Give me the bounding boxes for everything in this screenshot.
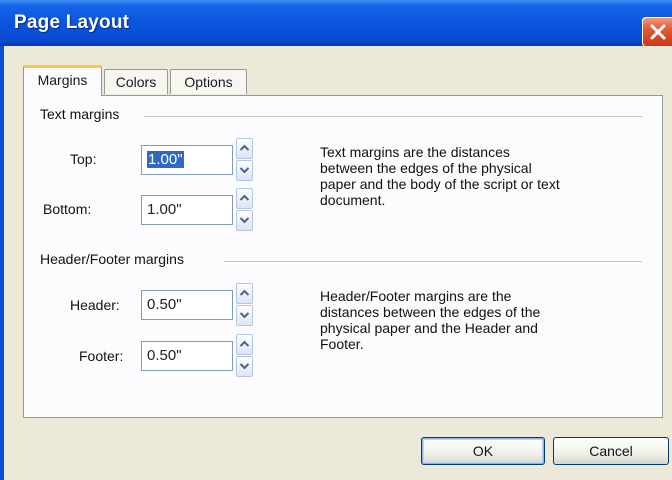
text-margins-description-line: paper and the body of the script or text (320, 176, 560, 192)
header-margin-input[interactable]: 0.50" (141, 290, 233, 320)
bottom-margin-input[interactable]: 1.00" (141, 195, 233, 225)
top-decrement-button[interactable] (236, 160, 253, 181)
arrow-up-icon (240, 194, 249, 201)
top-label: Top: (70, 151, 97, 167)
footer-margin-input[interactable]: 0.50" (141, 341, 233, 371)
header-increment-button[interactable] (236, 283, 253, 304)
header-footer-group-label: Header/Footer margins (40, 251, 190, 267)
arrow-up-icon (240, 289, 249, 296)
text-margins-description-line: document. (320, 192, 386, 208)
arrow-up-icon (240, 340, 249, 347)
header-margin-spinner (236, 283, 253, 327)
arrow-down-icon (240, 312, 249, 319)
margins-tab-panel: Text margins Top: 1.00" Bottom: 1.00" Te… (23, 95, 663, 418)
text-margins-divider (144, 116, 642, 117)
header-footer-description-line: distances between the edges of the (320, 304, 541, 320)
top-increment-button[interactable] (236, 138, 253, 159)
text-margins-description: Text margins are the distances between t… (320, 144, 650, 208)
bottom-decrement-button[interactable] (236, 210, 253, 231)
bottom-margin-spinner (236, 188, 253, 232)
header-footer-description-line: physical paper and the Header and (320, 320, 538, 336)
header-footer-description-line: Footer. (320, 336, 364, 352)
footer-decrement-button[interactable] (236, 356, 253, 377)
header-footer-description-line: Header/Footer margins are the (320, 288, 512, 304)
top-margin-input[interactable]: 1.00" (141, 145, 233, 175)
footer-margin-spinner (236, 334, 253, 378)
header-footer-divider (224, 261, 642, 262)
arrow-down-icon (240, 363, 249, 370)
arrow-up-icon (240, 144, 249, 151)
window-title: Page Layout (14, 12, 130, 33)
text-margins-description-line: Text margins are the distances (320, 144, 510, 160)
footer-label: Footer: (79, 348, 124, 364)
tab-colors[interactable]: Colors (104, 69, 168, 94)
text-margins-group-label: Text margins (40, 106, 126, 122)
text-margins-description-line: between the edges of the physical (320, 160, 532, 176)
top-margin-value: 1.00" (147, 151, 184, 168)
cancel-button[interactable]: Cancel (553, 437, 669, 465)
tab-options[interactable]: Options (170, 69, 247, 94)
footer-increment-button[interactable] (236, 334, 253, 355)
title-bar[interactable]: Page Layout (0, 0, 672, 47)
close-icon (650, 24, 666, 40)
page-layout-dialog: Page Layout Margins Colors Options Text … (0, 0, 672, 480)
header-footer-description: Header/Footer margins are the distances … (320, 288, 650, 352)
dialog-body: Margins Colors Options Text margins Top:… (4, 46, 672, 480)
tab-margins[interactable]: Margins (23, 65, 102, 96)
close-button[interactable] (642, 17, 672, 47)
bottom-increment-button[interactable] (236, 188, 253, 209)
arrow-down-icon (240, 217, 249, 224)
top-margin-spinner (236, 138, 253, 182)
ok-button[interactable]: OK (421, 437, 545, 465)
header-label: Header: (70, 297, 120, 313)
arrow-down-icon (240, 167, 249, 174)
header-decrement-button[interactable] (236, 305, 253, 326)
bottom-label: Bottom: (43, 201, 92, 217)
